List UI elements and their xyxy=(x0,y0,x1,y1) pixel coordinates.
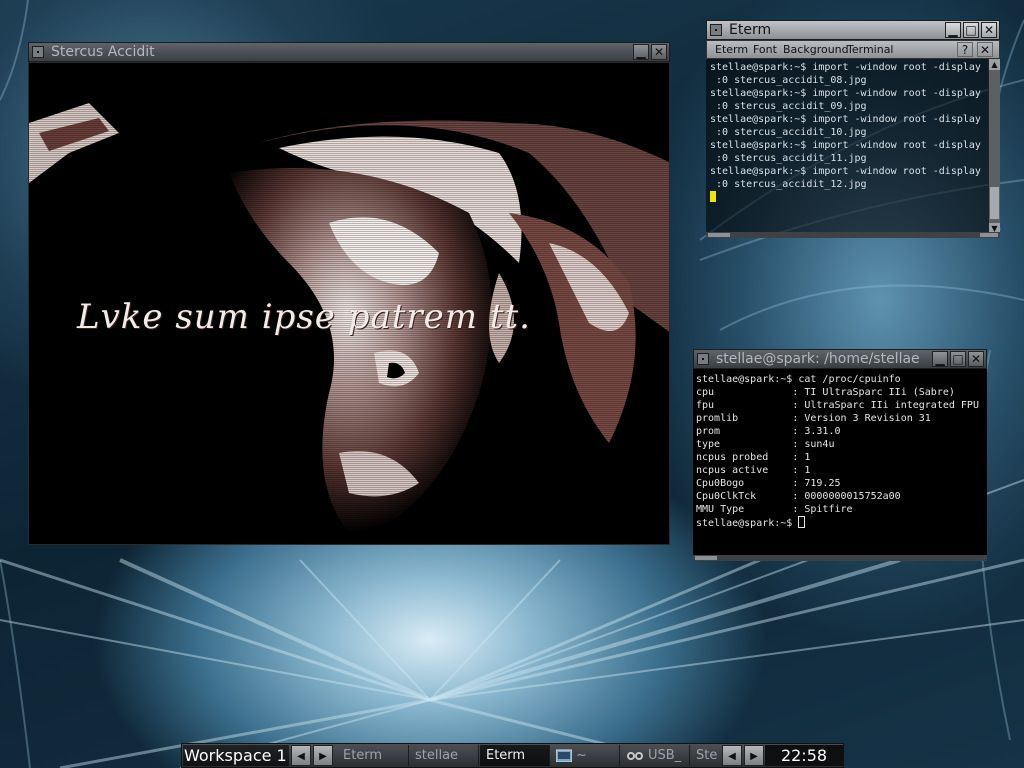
terminal-line: stellae@spark:~$ import -window root -di… xyxy=(710,114,981,125)
cpuinfo-row: prom : 3.31.0 xyxy=(696,426,841,437)
help-button[interactable]: ? xyxy=(957,42,973,57)
task-label: Eterm xyxy=(486,748,526,763)
terminal-line: :0 stercus_accidit_08.jpg xyxy=(710,75,867,86)
menu-font[interactable]: Font xyxy=(753,41,777,58)
close-button[interactable]: ✕ xyxy=(981,22,997,38)
eterm-window[interactable]: Eterm ▁ □ ✕ Eterm Font Background Termin… xyxy=(706,20,1000,238)
cpuinfo-row: fpu : UltraSparc IIi integrated FPU xyxy=(696,400,979,411)
arrow-right-icon: ▶ xyxy=(750,751,758,762)
maximize-icon: □ xyxy=(965,23,977,37)
eterm-lines: stellae@spark:~$ import -window root -di… xyxy=(710,61,990,191)
terminal-line: :0 stercus_accidit_11.jpg xyxy=(710,153,867,164)
window-menu-button[interactable] xyxy=(710,24,722,36)
window-menu-button[interactable] xyxy=(32,46,44,58)
resize-handle-left[interactable] xyxy=(695,556,717,560)
eterm-titlebar[interactable]: Eterm ▁ □ ✕ xyxy=(706,20,1000,40)
maximize-button[interactable]: □ xyxy=(963,22,979,38)
minimize-icon: ▁ xyxy=(948,23,958,37)
maximize-icon: □ xyxy=(952,352,964,366)
usb-drive-icon xyxy=(627,752,643,760)
task-usb[interactable]: USB_ xyxy=(620,745,690,766)
terminal-line: :0 stercus_accidit_12.jpg xyxy=(710,179,867,190)
minimize-icon: ▁ xyxy=(636,45,646,59)
arrow-right-icon: ▶ xyxy=(319,751,327,762)
task-label: Ste xyxy=(696,748,718,763)
task-label: stellae xyxy=(415,748,459,763)
eterm-scrollbar[interactable]: ▲ ▼ xyxy=(988,59,1000,234)
eterm-title: Eterm xyxy=(729,22,772,38)
tasks-scroll-right-button[interactable]: ▶ xyxy=(744,745,764,766)
close-icon: ✕ xyxy=(983,23,995,37)
cpuinfo-row: Cpu0Bogo : 719.25 xyxy=(696,478,841,489)
task-label: USB_ xyxy=(648,748,682,763)
window-menu-button[interactable] xyxy=(697,353,709,365)
workspace-name[interactable]: Workspace 1 xyxy=(183,745,289,766)
minimize-button[interactable]: ▁ xyxy=(932,351,948,367)
task-eterm-1[interactable]: Eterm xyxy=(337,745,409,766)
terminal-line: stellae@spark:~$ import -window root -di… xyxy=(710,62,981,73)
terminal-line: :0 stercus_accidit_10.jpg xyxy=(710,127,867,138)
viewer-title: Stercus Accidit xyxy=(51,44,155,60)
eterm-bottom-handle[interactable] xyxy=(706,232,1000,238)
menu-terminal[interactable]: Terminal xyxy=(847,41,894,58)
taskbar: Workspace 1 ◀ ▶ Eterm stellae Eterm ~ US… xyxy=(181,743,844,768)
cpuinfo-row: ncpus active : 1 xyxy=(696,465,811,476)
minimize-button[interactable]: ▁ xyxy=(945,22,961,38)
next-workspace-button[interactable]: ▶ xyxy=(313,745,333,766)
scroll-up-arrow-icon[interactable]: ▲ xyxy=(989,59,1000,70)
resize-handle-left[interactable] xyxy=(708,233,730,237)
eterm-close-button[interactable]: ✕ xyxy=(977,42,993,57)
cpuinfo-row: MMU Type : Spitfire xyxy=(696,504,853,515)
terminal-cursor xyxy=(710,191,716,202)
eterm-menubar: Eterm Font Background Terminal ? ✕ xyxy=(706,40,1000,59)
task-home-folder[interactable]: ~ xyxy=(550,745,620,766)
task-label: ~ xyxy=(576,748,587,763)
terminal-line: stellae@spark:~$ import -window root -di… xyxy=(710,88,981,99)
cpuinfo-list: cpu : TI UltraSparc IIi (Sabre) fpu : Ult… xyxy=(696,386,987,516)
xterm-prompt: stellae@spark:~$ xyxy=(696,518,799,529)
arrow-left-icon: ◀ xyxy=(728,751,736,762)
tasks-scroll-left-button[interactable]: ◀ xyxy=(722,745,742,766)
xterm-bottom-handle[interactable] xyxy=(693,555,987,561)
cpuinfo-row: cpu : TI UltraSparc IIi (Sabre) xyxy=(696,387,955,398)
cpuinfo-row: promlib : Version 3 Revision 31 xyxy=(696,413,931,424)
image-viewer-window[interactable]: Stercus Accidit ▁ ✕ Lvke sum ipse patrem… xyxy=(28,42,670,545)
menu-background[interactable]: Background xyxy=(783,41,849,58)
terminal-line: stellae@spark:~$ import -window root -di… xyxy=(710,166,981,177)
task-label: Eterm xyxy=(343,748,383,763)
prev-workspace-button[interactable]: ◀ xyxy=(291,745,311,766)
minimize-icon: ▁ xyxy=(935,352,945,366)
terminal-cursor xyxy=(798,516,806,528)
scrollbar-thumb[interactable] xyxy=(990,187,999,219)
close-button[interactable]: ✕ xyxy=(651,44,667,60)
xterm-title: stellae@spark: /home/stellae xyxy=(716,351,920,367)
xterm-terminal-output[interactable]: stellae@spark:~$ cat /proc/cpuinfo cpu :… xyxy=(693,369,987,555)
close-icon: ✕ xyxy=(653,45,665,59)
close-button[interactable]: ✕ xyxy=(968,351,984,367)
cpuinfo-row: ncpus probed : 1 xyxy=(696,452,811,463)
viewer-caption: Lvke sum ipse patrem tt. xyxy=(77,297,531,337)
folder-icon xyxy=(556,749,572,762)
viewer-titlebar[interactable]: Stercus Accidit ▁ ✕ xyxy=(28,42,670,62)
viewer-image: Lvke sum ipse patrem tt. xyxy=(28,62,670,545)
cpuinfo-row: type : sun4u xyxy=(696,439,835,450)
xterm-window[interactable]: stellae@spark: /home/stellae ▁ □ ✕ stell… xyxy=(693,349,987,561)
minimize-button[interactable]: ▁ xyxy=(633,44,649,60)
clock: 22:58 xyxy=(765,745,843,766)
resize-handle-right[interactable] xyxy=(980,233,998,237)
menu-eterm[interactable]: Eterm xyxy=(715,41,748,58)
task-eterm-2[interactable]: Eterm xyxy=(480,745,550,766)
terminal-line: :0 stercus_accidit_09.jpg xyxy=(710,101,867,112)
task-stercus[interactable]: Ste xyxy=(690,745,724,766)
xterm-command-line: stellae@spark:~$ cat /proc/cpuinfo xyxy=(696,374,901,385)
maximize-button[interactable]: □ xyxy=(950,351,966,367)
cpuinfo-row: Cpu0ClkTck : 0000000015752a00 xyxy=(696,491,901,502)
task-stellae[interactable]: stellae xyxy=(409,745,479,766)
terminal-line: stellae@spark:~$ import -window root -di… xyxy=(710,140,981,151)
close-icon: ✕ xyxy=(970,352,982,366)
xterm-titlebar[interactable]: stellae@spark: /home/stellae ▁ □ ✕ xyxy=(693,349,987,369)
arrow-left-icon: ◀ xyxy=(297,751,305,762)
eterm-terminal-output[interactable]: stellae@spark:~$ import -window root -di… xyxy=(706,59,990,232)
